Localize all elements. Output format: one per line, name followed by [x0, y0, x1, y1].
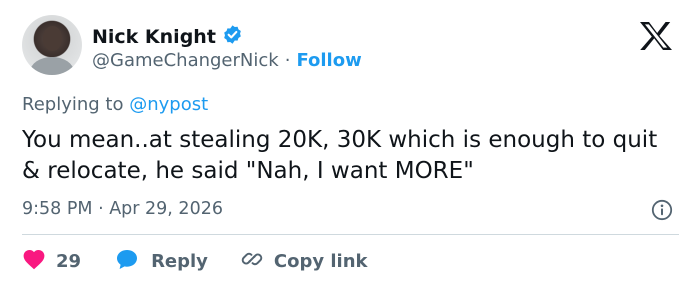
like-button[interactable]: 29 — [22, 248, 81, 275]
verified-badge-icon — [222, 24, 243, 49]
replying-to-prefix: Replying to — [22, 94, 130, 115]
action-bar: 29 Reply Copy link — [22, 247, 368, 276]
author-handle[interactable]: @GameChangerNick — [92, 50, 279, 71]
avatar-shoulders — [30, 57, 74, 75]
tweet-text: You mean..at stealing 20K, 30K which is … — [22, 127, 658, 184]
follow-button[interactable]: Follow — [296, 50, 361, 71]
author-name-row: Nick Knight — [92, 24, 243, 49]
avatar-head — [43, 26, 62, 51]
speech-bubble-icon — [115, 248, 139, 275]
copy-link-button[interactable]: Copy link — [240, 247, 368, 276]
copy-link-label: Copy link — [273, 251, 368, 272]
avatar[interactable] — [22, 15, 82, 75]
x-logo-icon[interactable] — [636, 20, 676, 52]
tweet-timestamp[interactable]: 9:58 PM · Apr 29, 2026 — [22, 199, 223, 219]
replying-to-mention[interactable]: @nypost — [129, 94, 208, 115]
link-icon — [240, 247, 264, 276]
divider — [22, 234, 679, 235]
like-count: 29 — [56, 251, 82, 272]
author-handle-row: @GameChangerNick · Follow — [92, 50, 362, 71]
reply-button[interactable]: Reply — [115, 248, 208, 275]
heart-icon — [22, 248, 46, 275]
handle-separator: · — [284, 50, 291, 71]
reply-label: Reply — [151, 251, 208, 272]
replying-to: Replying to @nypost — [22, 94, 208, 115]
author-name[interactable]: Nick Knight — [92, 26, 216, 48]
info-icon[interactable] — [651, 199, 673, 221]
